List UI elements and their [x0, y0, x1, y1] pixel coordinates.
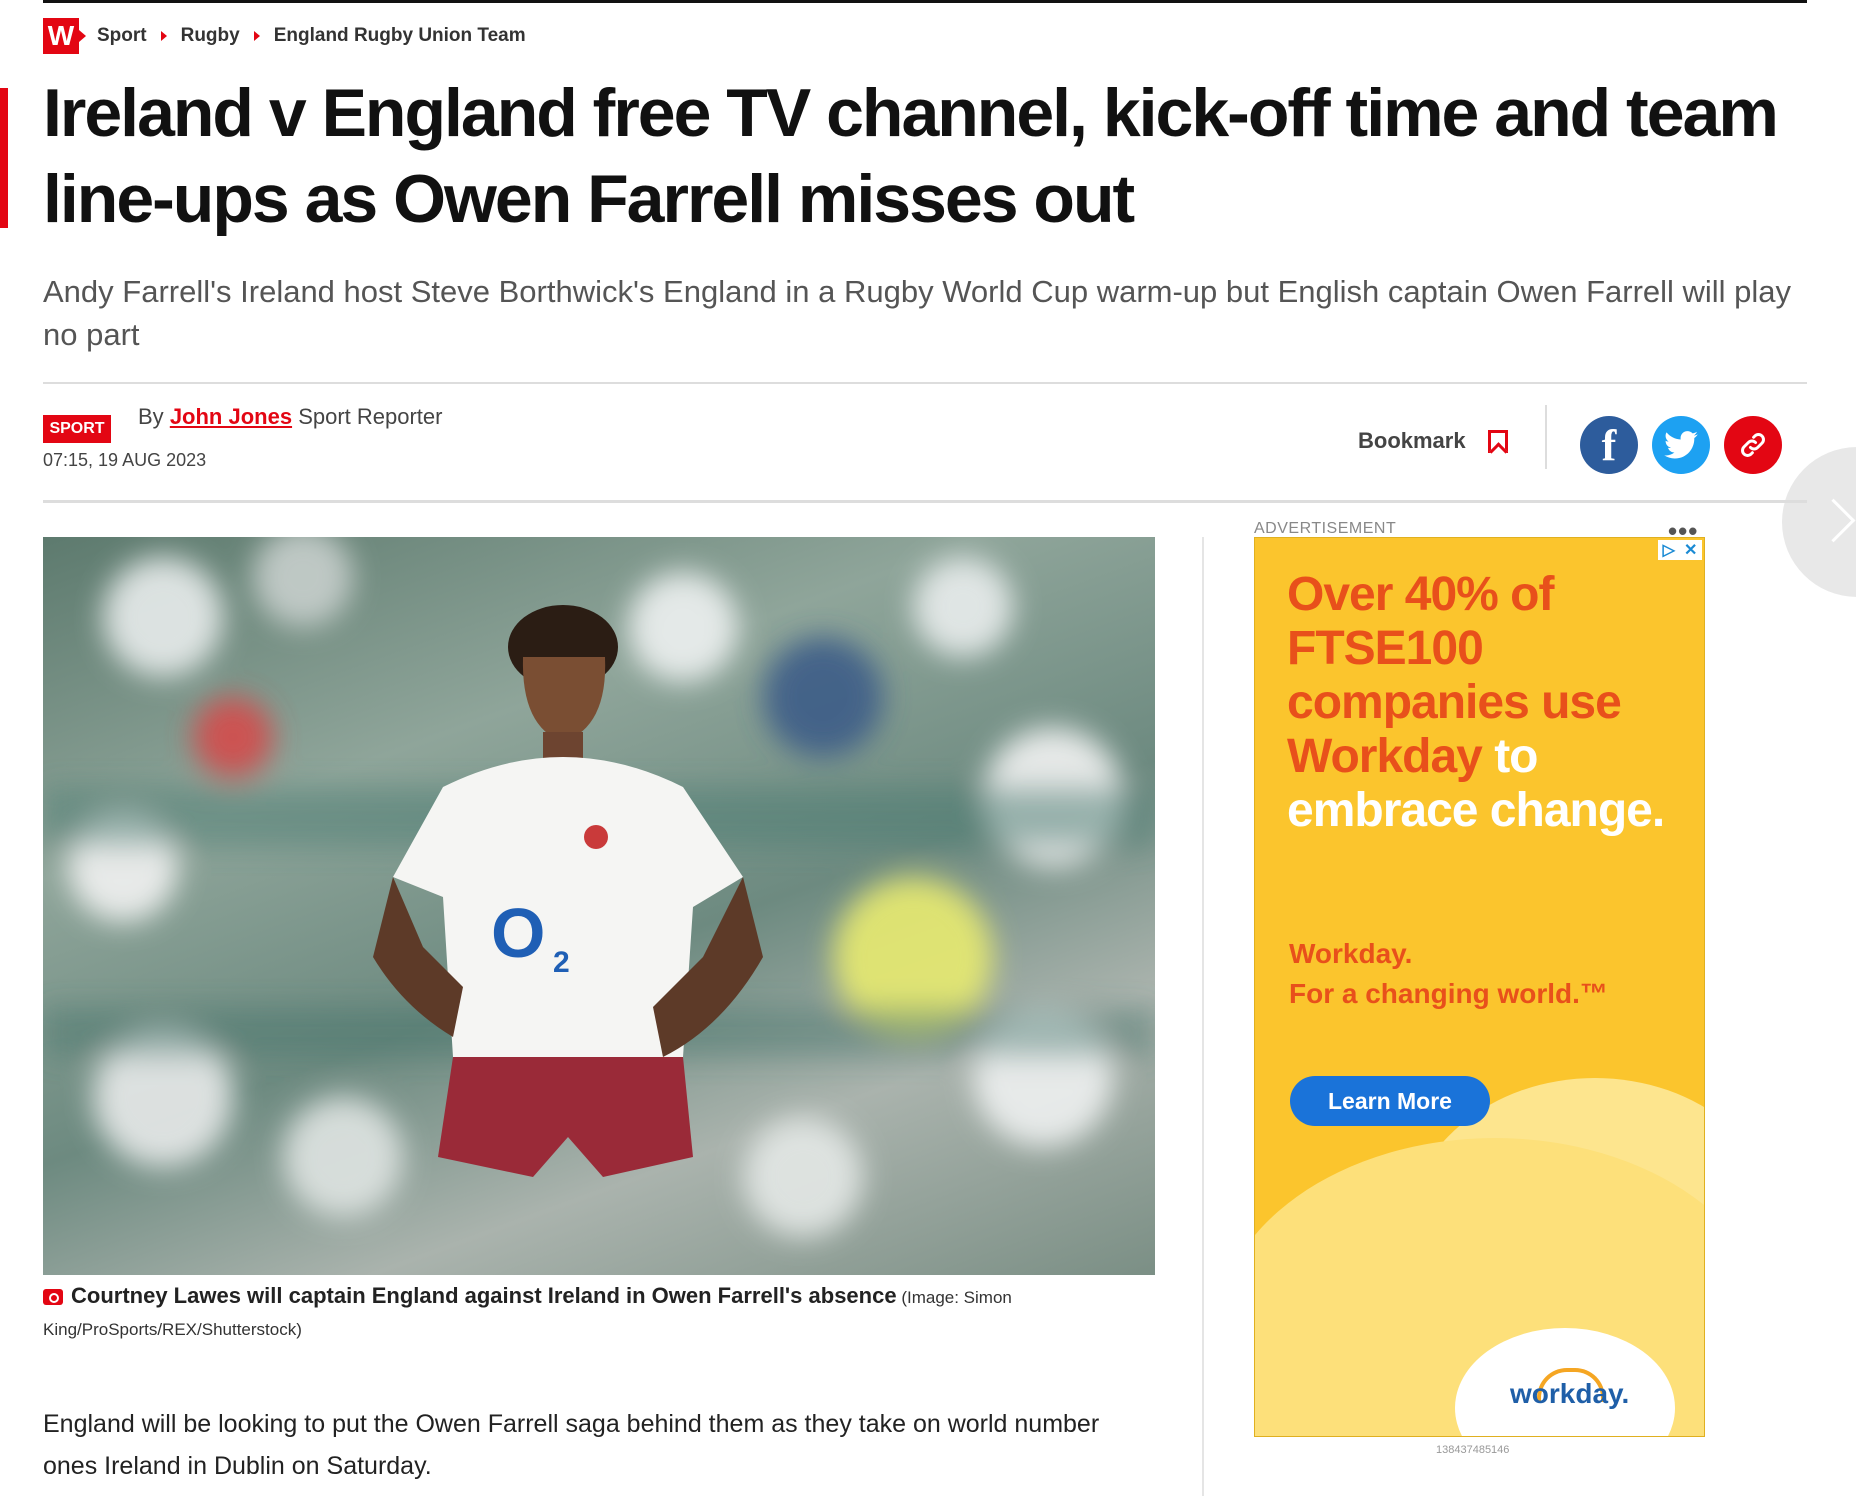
breadcrumb-arrow-icon: [160, 31, 167, 41]
copy-link-button[interactable]: [1724, 416, 1782, 474]
svg-text:O: O: [491, 894, 545, 972]
article-standfirst: Andy Farrell's Ireland host Steve Borthw…: [43, 274, 1792, 352]
breadcrumb-item-rugby[interactable]: Rugby: [181, 25, 240, 47]
bookmark-icon: [1487, 429, 1508, 453]
article-headline: Ireland v England free TV channel, kick-…: [43, 75, 1779, 237]
ad-id: 138437485146: [1436, 1444, 1510, 1456]
divider: [1545, 405, 1547, 469]
next-article-button[interactable]: [1782, 447, 1856, 597]
svg-text:2: 2: [553, 946, 570, 979]
bookmark-button[interactable]: Bookmark: [1358, 428, 1508, 454]
divider: [43, 500, 1807, 503]
author-role: Sport Reporter: [298, 404, 443, 429]
author-link[interactable]: John Jones: [170, 404, 292, 429]
byline: By John Jones Sport Reporter: [138, 404, 442, 430]
article-hero-image[interactable]: O 2: [43, 537, 1155, 1275]
ad-tagline-line1: Workday.: [1289, 938, 1413, 969]
breadcrumb-item-sport[interactable]: Sport: [97, 25, 147, 47]
bookmark-label: Bookmark: [1358, 428, 1466, 453]
breadcrumb-item-england-rugby[interactable]: England Rugby Union Team: [274, 25, 526, 47]
twitter-share-button[interactable]: [1652, 416, 1710, 474]
image-caption: Courtney Lawes will captain England agai…: [43, 1280, 1123, 1346]
advertisement-label: ADVERTISEMENT: [1254, 520, 1397, 537]
caption-text: Courtney Lawes will captain England agai…: [71, 1283, 897, 1308]
ad-headline: Over 40% of FTSE100 companies use Workda…: [1287, 568, 1687, 838]
top-rule: [43, 0, 1807, 3]
facebook-share-button[interactable]: f: [1580, 416, 1638, 474]
divider: [43, 382, 1807, 384]
player-photo-illustration: O 2: [43, 537, 1155, 1237]
advertisement-banner[interactable]: ▷ ✕ Over 40% of FTSE100 companies use Wor…: [1254, 537, 1705, 1437]
camera-icon: [43, 1289, 63, 1305]
ad-tagline-line2: For a changing world.™: [1289, 978, 1608, 1009]
ad-choices-close-icon[interactable]: ▷ ✕: [1658, 540, 1702, 560]
site-logo[interactable]: W: [43, 18, 86, 54]
ad-tagline: Workday. For a changing world.™: [1289, 934, 1689, 1014]
link-icon: [1741, 433, 1765, 457]
ad-learn-more-button[interactable]: Learn More: [1290, 1076, 1490, 1126]
breadcrumb-arrow-icon: [253, 31, 260, 41]
publish-timestamp: 07:15, 19 AUG 2023: [43, 450, 207, 470]
workday-logo: workday.: [1510, 1378, 1630, 1409]
article-body-paragraph: England will be looking to put the Owen …: [43, 1410, 1100, 1480]
byline-prefix: By: [138, 404, 164, 429]
breadcrumb: W Sport Rugby England Rugby Union Team: [43, 18, 526, 54]
facebook-icon: f: [1601, 420, 1617, 470]
column-divider: [1202, 537, 1204, 1496]
headline-accent-bar: [0, 88, 8, 228]
ad-headline-orange: Over 40% of FTSE100 companies use Workda…: [1287, 568, 1622, 783]
twitter-icon: [1664, 431, 1698, 459]
section-tag[interactable]: SPORT: [43, 415, 111, 443]
